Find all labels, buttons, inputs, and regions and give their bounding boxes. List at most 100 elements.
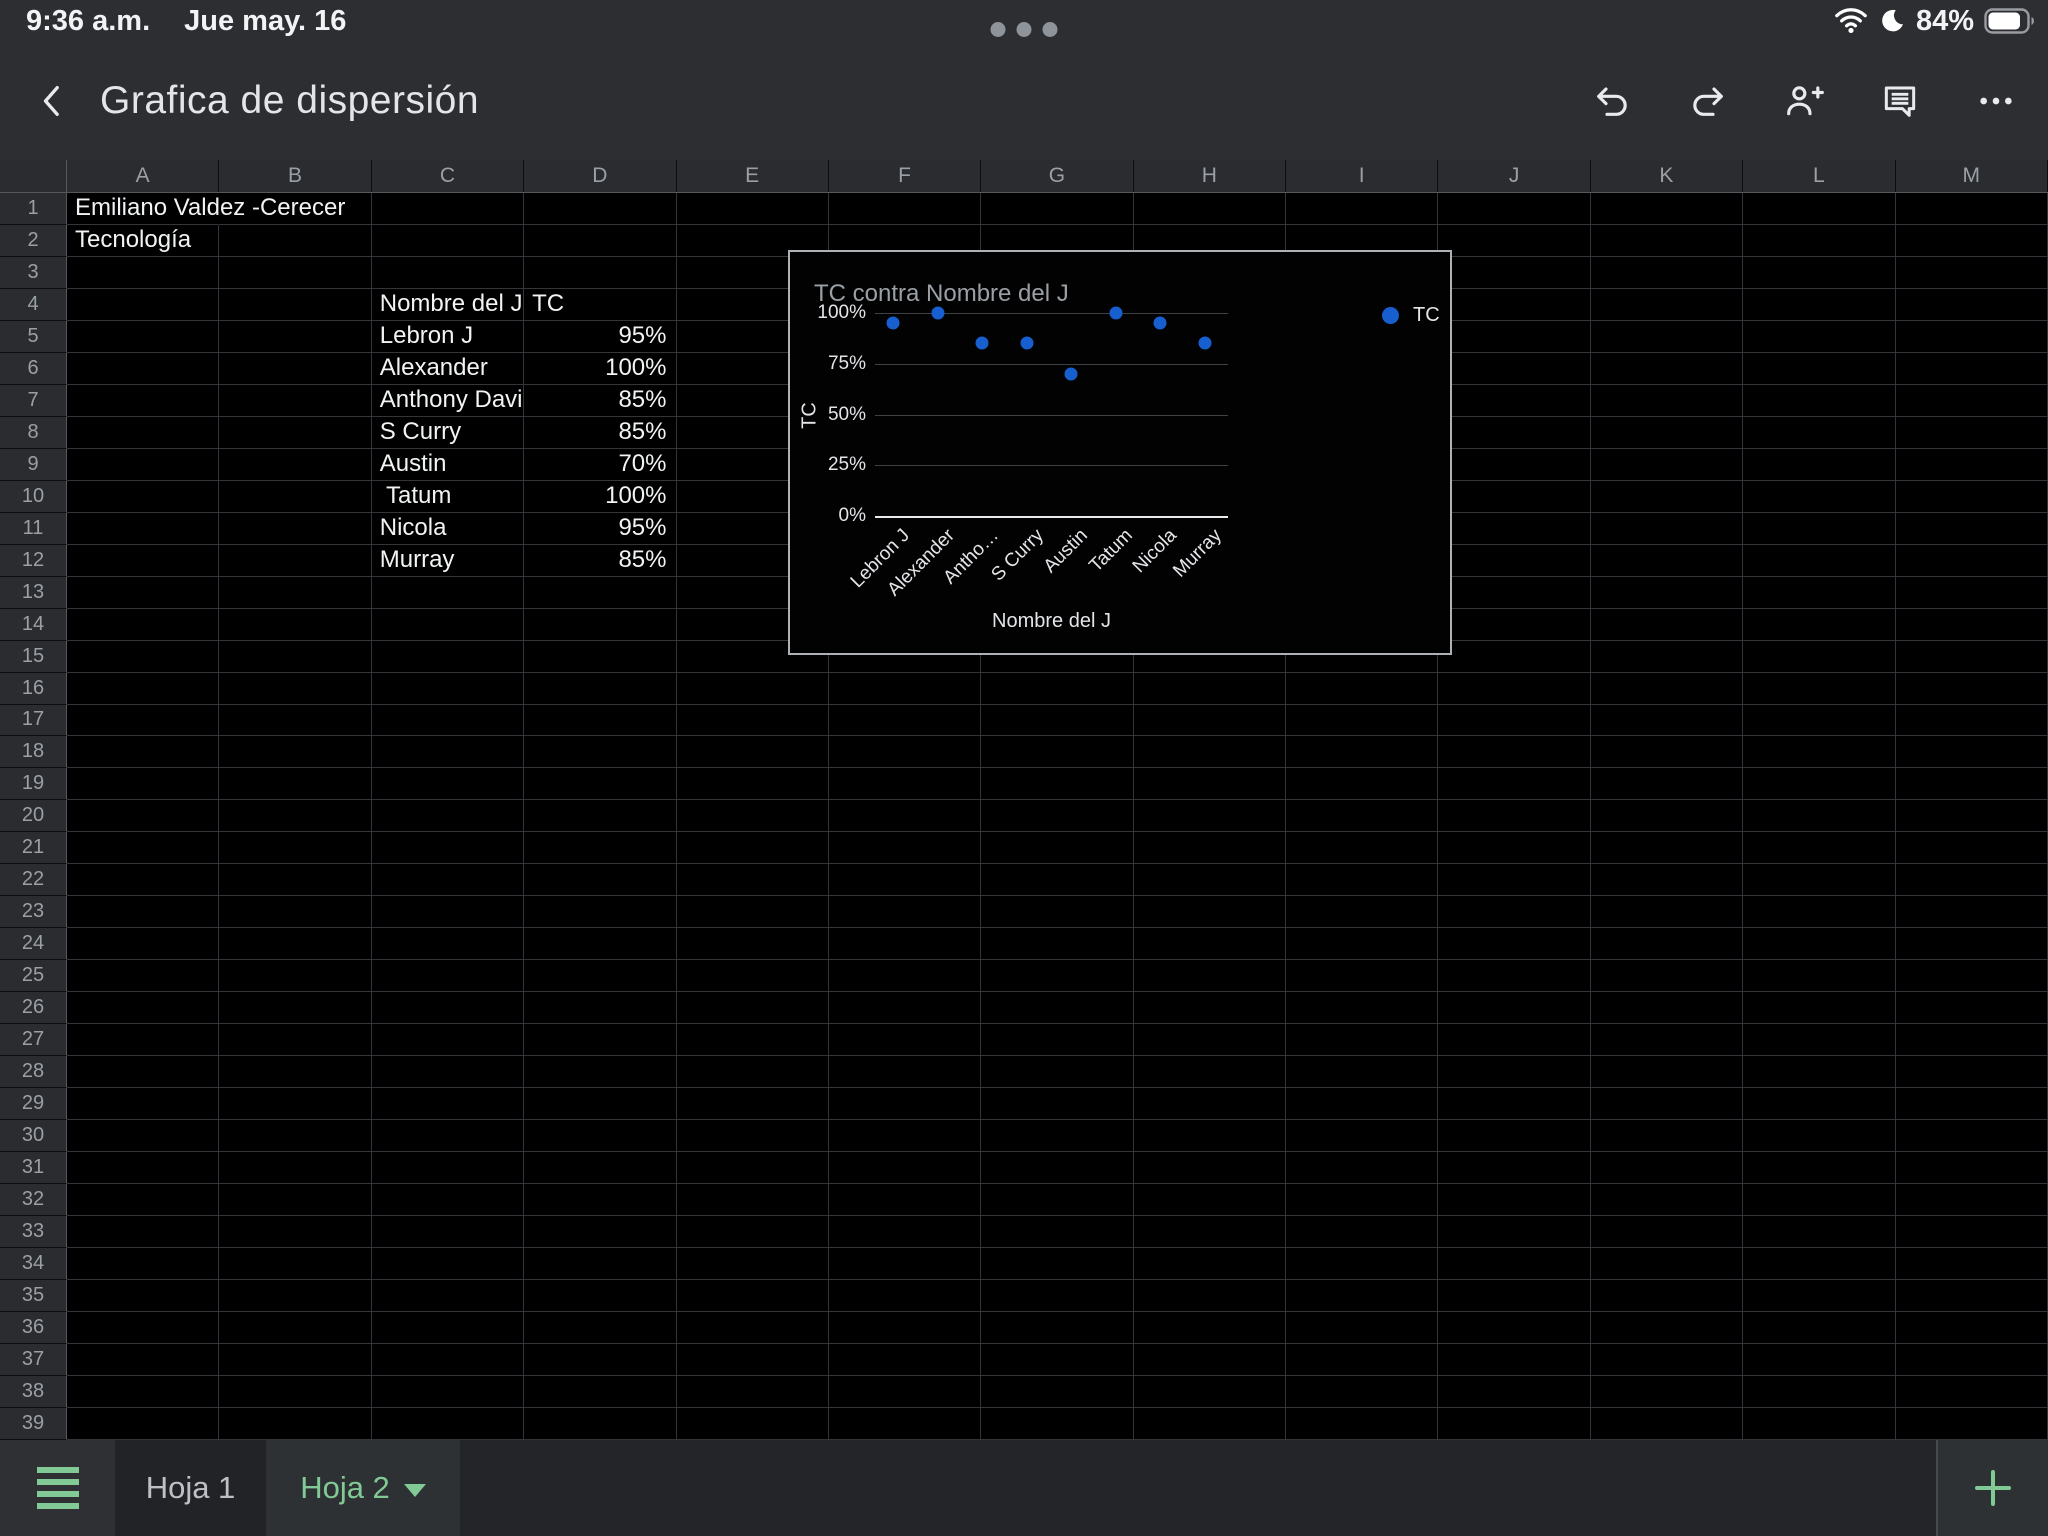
cell-K11[interactable] bbox=[1591, 513, 1743, 545]
cell-F32[interactable] bbox=[829, 1184, 981, 1216]
cell-H35[interactable] bbox=[1134, 1280, 1286, 1312]
cell-L6[interactable] bbox=[1743, 353, 1895, 385]
cell-G23[interactable] bbox=[981, 896, 1133, 928]
cell-I25[interactable] bbox=[1286, 960, 1438, 992]
row-header-35[interactable]: 35 bbox=[0, 1280, 67, 1312]
cell-F1[interactable] bbox=[829, 193, 981, 225]
cell-E26[interactable] bbox=[677, 992, 829, 1024]
cell-M10[interactable] bbox=[1896, 481, 2048, 513]
cell-I38[interactable] bbox=[1286, 1376, 1438, 1408]
cell-G1[interactable] bbox=[981, 193, 1133, 225]
cell-J6[interactable] bbox=[1438, 353, 1590, 385]
cell-A17[interactable] bbox=[67, 705, 219, 737]
cell-J38[interactable] bbox=[1438, 1376, 1590, 1408]
cell-I26[interactable] bbox=[1286, 992, 1438, 1024]
cell-L16[interactable] bbox=[1743, 673, 1895, 705]
cell-E30[interactable] bbox=[677, 1120, 829, 1152]
cell-B4[interactable] bbox=[219, 289, 371, 321]
cell-D13[interactable] bbox=[524, 577, 676, 609]
cell-D39[interactable] bbox=[524, 1408, 676, 1440]
cell-M5[interactable] bbox=[1896, 321, 2048, 353]
corner-cell[interactable] bbox=[0, 160, 67, 192]
cell-C34[interactable] bbox=[372, 1248, 524, 1280]
cell-J24[interactable] bbox=[1438, 928, 1590, 960]
cell-E32[interactable] bbox=[677, 1184, 829, 1216]
cell-J35[interactable] bbox=[1438, 1280, 1590, 1312]
cell-M11[interactable] bbox=[1896, 513, 2048, 545]
cell-C28[interactable] bbox=[372, 1056, 524, 1088]
cell-A16[interactable] bbox=[67, 673, 219, 705]
cell-G36[interactable] bbox=[981, 1312, 1133, 1344]
cell-E38[interactable] bbox=[677, 1376, 829, 1408]
cell-K6[interactable] bbox=[1591, 353, 1743, 385]
cell-K32[interactable] bbox=[1591, 1184, 1743, 1216]
cell-A5[interactable] bbox=[67, 321, 219, 353]
cell-I35[interactable] bbox=[1286, 1280, 1438, 1312]
col-header-G[interactable]: G bbox=[981, 160, 1133, 192]
cell-B18[interactable] bbox=[219, 736, 371, 768]
cell-I1[interactable] bbox=[1286, 193, 1438, 225]
cell-H26[interactable] bbox=[1134, 992, 1286, 1024]
cell-K21[interactable] bbox=[1591, 832, 1743, 864]
cell-C36[interactable] bbox=[372, 1312, 524, 1344]
cell-D37[interactable] bbox=[524, 1344, 676, 1376]
cell-B32[interactable] bbox=[219, 1184, 371, 1216]
cell-E18[interactable] bbox=[677, 736, 829, 768]
cell-L29[interactable] bbox=[1743, 1088, 1895, 1120]
row-header-7[interactable]: 7 bbox=[0, 385, 67, 417]
cell-H19[interactable] bbox=[1134, 768, 1286, 800]
cell-F33[interactable] bbox=[829, 1216, 981, 1248]
col-header-K[interactable]: K bbox=[1591, 160, 1743, 192]
cell-C25[interactable] bbox=[372, 960, 524, 992]
cell-K25[interactable] bbox=[1591, 960, 1743, 992]
cell-K4[interactable] bbox=[1591, 289, 1743, 321]
cell-H17[interactable] bbox=[1134, 705, 1286, 737]
cell-B10[interactable] bbox=[219, 481, 371, 513]
comments-button[interactable] bbox=[1878, 79, 1922, 123]
row-header-34[interactable]: 34 bbox=[0, 1248, 67, 1280]
cell-F24[interactable] bbox=[829, 928, 981, 960]
cell-F38[interactable] bbox=[829, 1376, 981, 1408]
cell-D12[interactable]: 85% bbox=[524, 545, 676, 577]
cell-K38[interactable] bbox=[1591, 1376, 1743, 1408]
cell-M16[interactable] bbox=[1896, 673, 2048, 705]
cell-L18[interactable] bbox=[1743, 736, 1895, 768]
cell-J33[interactable] bbox=[1438, 1216, 1590, 1248]
cell-K37[interactable] bbox=[1591, 1344, 1743, 1376]
cell-B27[interactable] bbox=[219, 1024, 371, 1056]
cell-K2[interactable] bbox=[1591, 225, 1743, 257]
cell-M26[interactable] bbox=[1896, 992, 2048, 1024]
cell-K34[interactable] bbox=[1591, 1248, 1743, 1280]
row-header-29[interactable]: 29 bbox=[0, 1088, 67, 1120]
cell-G20[interactable] bbox=[981, 800, 1133, 832]
cell-G27[interactable] bbox=[981, 1024, 1133, 1056]
cell-F35[interactable] bbox=[829, 1280, 981, 1312]
cell-C32[interactable] bbox=[372, 1184, 524, 1216]
cell-K27[interactable] bbox=[1591, 1024, 1743, 1056]
cell-I29[interactable] bbox=[1286, 1088, 1438, 1120]
cell-B35[interactable] bbox=[219, 1280, 371, 1312]
cell-G39[interactable] bbox=[981, 1408, 1133, 1440]
cell-M38[interactable] bbox=[1896, 1376, 2048, 1408]
row-header-2[interactable]: 2 bbox=[0, 225, 67, 257]
cell-A10[interactable] bbox=[67, 481, 219, 513]
cell-J12[interactable] bbox=[1438, 545, 1590, 577]
cell-B29[interactable] bbox=[219, 1088, 371, 1120]
row-header-36[interactable]: 36 bbox=[0, 1312, 67, 1344]
cell-L12[interactable] bbox=[1743, 545, 1895, 577]
cell-K3[interactable] bbox=[1591, 257, 1743, 289]
add-sheet-button[interactable] bbox=[1936, 1440, 2048, 1536]
scatter-chart[interactable]: TC contra Nombre del J TC Nombre del J 1… bbox=[788, 250, 1452, 655]
cell-J23[interactable] bbox=[1438, 896, 1590, 928]
cell-I34[interactable] bbox=[1286, 1248, 1438, 1280]
undo-button[interactable] bbox=[1590, 79, 1634, 123]
cell-H27[interactable] bbox=[1134, 1024, 1286, 1056]
cell-D3[interactable] bbox=[524, 257, 676, 289]
cell-B9[interactable] bbox=[219, 449, 371, 481]
cell-E24[interactable] bbox=[677, 928, 829, 960]
cell-K28[interactable] bbox=[1591, 1056, 1743, 1088]
cell-K22[interactable] bbox=[1591, 864, 1743, 896]
cell-A18[interactable] bbox=[67, 736, 219, 768]
cell-H25[interactable] bbox=[1134, 960, 1286, 992]
cell-C30[interactable] bbox=[372, 1120, 524, 1152]
